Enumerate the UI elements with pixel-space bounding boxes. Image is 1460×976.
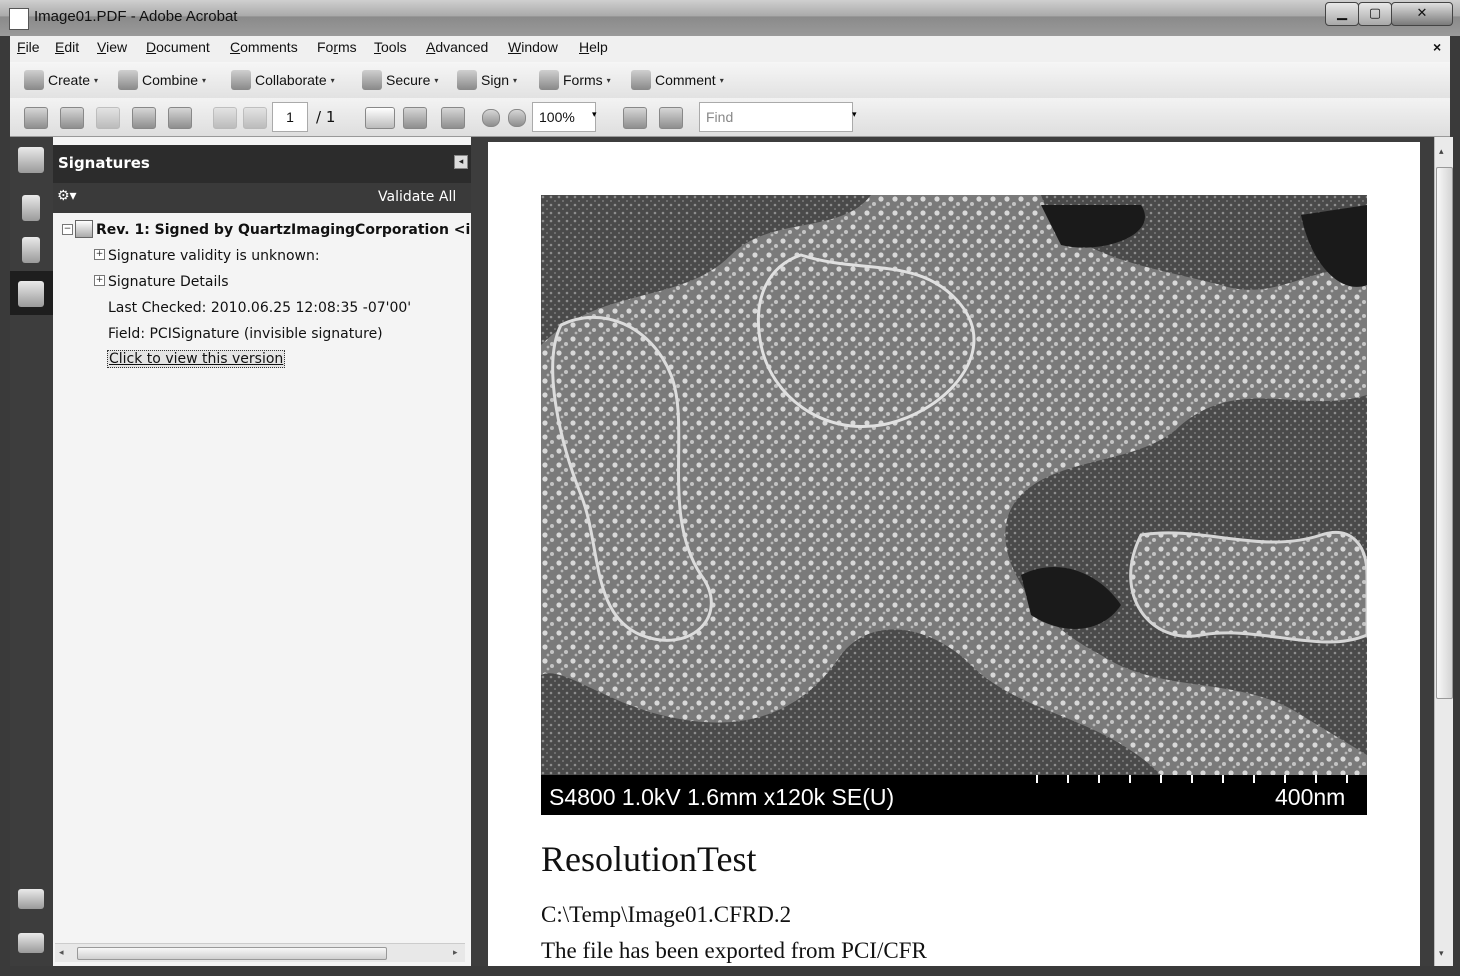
pane-splitter[interactable] (471, 137, 486, 966)
signatures-panel-title: Signatures (58, 154, 150, 172)
menu-file[interactable]: File (17, 39, 40, 55)
collaborate-button[interactable]: Collaborate ▾ (231, 70, 335, 90)
signature-field: Field: PCISignature (invisible signature… (108, 326, 383, 342)
pen-icon (457, 70, 477, 90)
lock-icon (362, 70, 382, 90)
document-view: S4800 1.0kV 1.6mm x120k SE(U) 400nm Reso… (486, 137, 1434, 966)
revision-signed-by[interactable]: Rev. 1: Signed by QuartzImagingCorporati… (96, 222, 471, 238)
find-options-icon[interactable]: ▾ (852, 110, 857, 120)
title-bar: Image01.PDF - Adobe Acrobat ▁ ▢ ✕ (0, 0, 1460, 36)
window-title: Image01.PDF - Adobe Acrobat (34, 8, 238, 25)
scroll-left-icon[interactable]: ◂ (59, 948, 64, 958)
signature-warning-icon[interactable] (18, 147, 44, 173)
save-icon[interactable] (96, 107, 120, 129)
form-icon (539, 70, 559, 90)
zoom-level-select[interactable]: 100% (532, 102, 596, 132)
comment-bubble-icon (631, 70, 651, 90)
pages-icon[interactable] (22, 195, 40, 221)
menu-comments[interactable]: Comments (230, 39, 298, 55)
close-window-button[interactable]: ✕ (1391, 2, 1453, 26)
find-input[interactable]: Find (699, 102, 853, 132)
signature-details[interactable]: Signature Details (108, 274, 229, 290)
comments-icon[interactable] (18, 889, 44, 909)
signatures-toolbar: ⚙▾ Validate All (53, 183, 471, 213)
search-globe-icon[interactable] (168, 107, 192, 129)
collapse-panel-button[interactable]: ◂ (454, 155, 468, 169)
document-note: The file has been exported from PCI/CFR (541, 938, 927, 963)
document-heading: ResolutionTest (541, 839, 757, 879)
open-folder-icon[interactable] (24, 107, 48, 129)
expand-details-icon[interactable]: + (94, 275, 105, 286)
task-toolbar: Create ▾ Combine ▾ Collaborate ▾ Secure ▾ Si… (10, 62, 1450, 99)
sem-micrograph-image (541, 195, 1367, 775)
menu-bar: File Edit View Document Comments Forms T… (10, 36, 1450, 63)
signature-validity[interactable]: Signature validity is unknown: (108, 248, 320, 264)
maximize-button[interactable]: ▢ (1358, 2, 1392, 26)
scale-bar-label: 400nm (1275, 784, 1346, 810)
previous-page-icon[interactable] (213, 107, 237, 129)
signatures-panel-header: Signatures ◂ (53, 145, 471, 183)
fit-page-icon[interactable] (659, 107, 683, 129)
menu-window[interactable]: Window (508, 39, 558, 55)
select-text-tool-icon[interactable] (365, 107, 395, 129)
email-icon[interactable] (132, 107, 156, 129)
document-vertical-scrollbar[interactable]: ▴ ▾ (1434, 137, 1453, 966)
combine-button[interactable]: Combine ▾ (118, 70, 206, 90)
signature-status-icon (75, 220, 93, 238)
sign-button[interactable]: Sign ▾ (457, 70, 517, 90)
menu-edit[interactable]: Edit (55, 39, 79, 55)
attachment-paperclip-icon[interactable] (18, 933, 44, 953)
signatures-tab[interactable] (10, 271, 53, 315)
zoom-out-icon[interactable] (482, 109, 500, 127)
bookmarks-icon[interactable] (22, 237, 40, 263)
close-document-button[interactable]: × (1433, 39, 1441, 55)
collapse-revision-icon[interactable]: − (62, 224, 73, 235)
page-total: / 1 (316, 108, 336, 126)
panel-horizontal-scrollbar[interactable]: ◂ ▸ (55, 943, 465, 962)
pdf-page: S4800 1.0kV 1.6mm x120k SE(U) 400nm Reso… (488, 142, 1420, 966)
file-toolbar: 1 / 1 100% ▾ Find ▾ (10, 98, 1450, 137)
hand-tool-icon[interactable] (403, 107, 427, 129)
minimize-button[interactable]: ▁ (1325, 2, 1359, 26)
next-page-icon[interactable] (243, 107, 267, 129)
zoom-dropdown-icon[interactable]: ▾ (592, 110, 597, 120)
scroll-down-icon[interactable]: ▾ (1439, 949, 1444, 959)
comment-button[interactable]: Comment ▾ (631, 70, 724, 90)
expand-validity-icon[interactable]: + (94, 249, 105, 260)
validate-all-button[interactable]: Validate All (378, 189, 456, 205)
options-gear-icon[interactable]: ⚙▾ (57, 188, 77, 204)
sem-parameters: S4800 1.0kV 1.6mm x120k SE(U) (549, 784, 895, 810)
horizontal-scroll-thumb[interactable] (77, 947, 387, 960)
pdf-app-icon (9, 8, 29, 30)
print-icon[interactable] (60, 107, 84, 129)
signatures-panel: Signatures ◂ ⚙▾ Validate All − Rev. 1: S… (53, 137, 471, 966)
collaborate-icon (231, 70, 251, 90)
create-pdf-icon (24, 70, 44, 90)
fit-width-icon[interactable] (623, 107, 647, 129)
zoom-tool-icon[interactable] (441, 107, 465, 129)
menu-view[interactable]: View (97, 39, 127, 55)
secure-button[interactable]: Secure ▾ (362, 70, 438, 90)
zoom-in-icon[interactable] (508, 109, 526, 127)
sem-info-bar: S4800 1.0kV 1.6mm x120k SE(U) 400nm (541, 775, 1367, 815)
forms-button[interactable]: Forms ▾ (539, 70, 611, 90)
document-path: C:\Temp\Image01.CFRD.2 (541, 902, 792, 927)
menu-forms[interactable]: Forms (317, 39, 357, 55)
create-button[interactable]: Create ▾ (24, 70, 98, 90)
menu-document[interactable]: Document (146, 39, 210, 55)
page-number-input[interactable]: 1 (272, 102, 308, 132)
menu-advanced[interactable]: Advanced (426, 39, 488, 55)
navigation-pane-strip (10, 137, 53, 966)
view-version-link[interactable]: Click to view this version (107, 350, 286, 368)
scale-bar-ticks (1036, 775, 1356, 783)
scroll-up-icon[interactable]: ▴ (1439, 147, 1444, 157)
last-checked: Last Checked: 2010.06.25 12:08:35 -07'00… (108, 300, 412, 316)
vertical-scroll-thumb[interactable] (1436, 167, 1453, 699)
menu-tools[interactable]: Tools (374, 39, 407, 55)
signature-pen-icon (18, 281, 44, 307)
menu-help[interactable]: Help (579, 39, 608, 55)
combine-icon (118, 70, 138, 90)
scroll-right-icon[interactable]: ▸ (453, 948, 458, 958)
